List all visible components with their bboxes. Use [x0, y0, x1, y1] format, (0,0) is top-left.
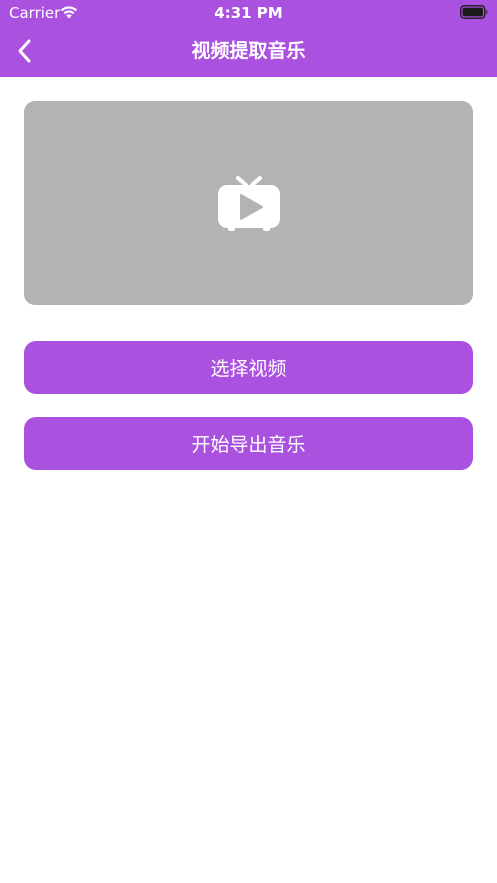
battery-icon — [460, 5, 488, 19]
start-export-label: 开始导出音乐 — [191, 434, 306, 456]
page-title: 视频提取音乐 — [191, 40, 306, 62]
select-video-button[interactable]: 选择视频 — [24, 341, 473, 394]
top-bar: Carrier 4:31 PM 视频提取音乐 — [0, 0, 497, 77]
status-bar: Carrier 4:31 PM — [0, 0, 497, 26]
start-export-button[interactable]: 开始导出音乐 — [24, 417, 473, 470]
tv-play-icon — [217, 176, 280, 231]
video-preview[interactable] — [24, 101, 473, 305]
navigation-bar: 视频提取音乐 — [0, 26, 497, 77]
select-video-label: 选择视频 — [210, 358, 287, 380]
status-time: 4:31 PM — [214, 4, 283, 22]
app-screen: Carrier 4:31 PM 视频提取音乐 选择视频 开始导出音乐 — [0, 0, 497, 883]
